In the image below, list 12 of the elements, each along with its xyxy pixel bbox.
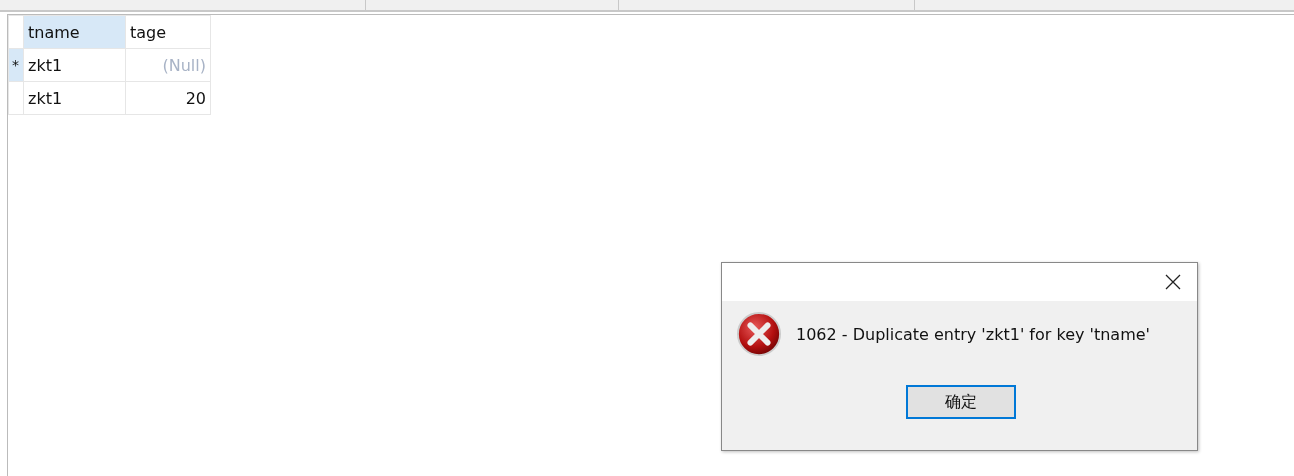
error-message: 1062 - Duplicate entry 'zkt1' for key 'tname' [796,324,1150,344]
null-cell: (Null) [125,48,211,82]
corner-cell [8,15,24,49]
row-indicator[interactable]: * [8,48,24,82]
ok-button[interactable]: 确定 [905,385,1016,419]
table-cell: zkt1 [23,48,126,82]
table-cell: 20 [125,81,211,115]
column-header[interactable]: tage [125,15,211,49]
table-cell: zkt1 [23,81,126,115]
column-header[interactable]: tname [23,15,126,49]
error-icon [736,311,782,357]
close-icon[interactable] [1165,274,1181,290]
